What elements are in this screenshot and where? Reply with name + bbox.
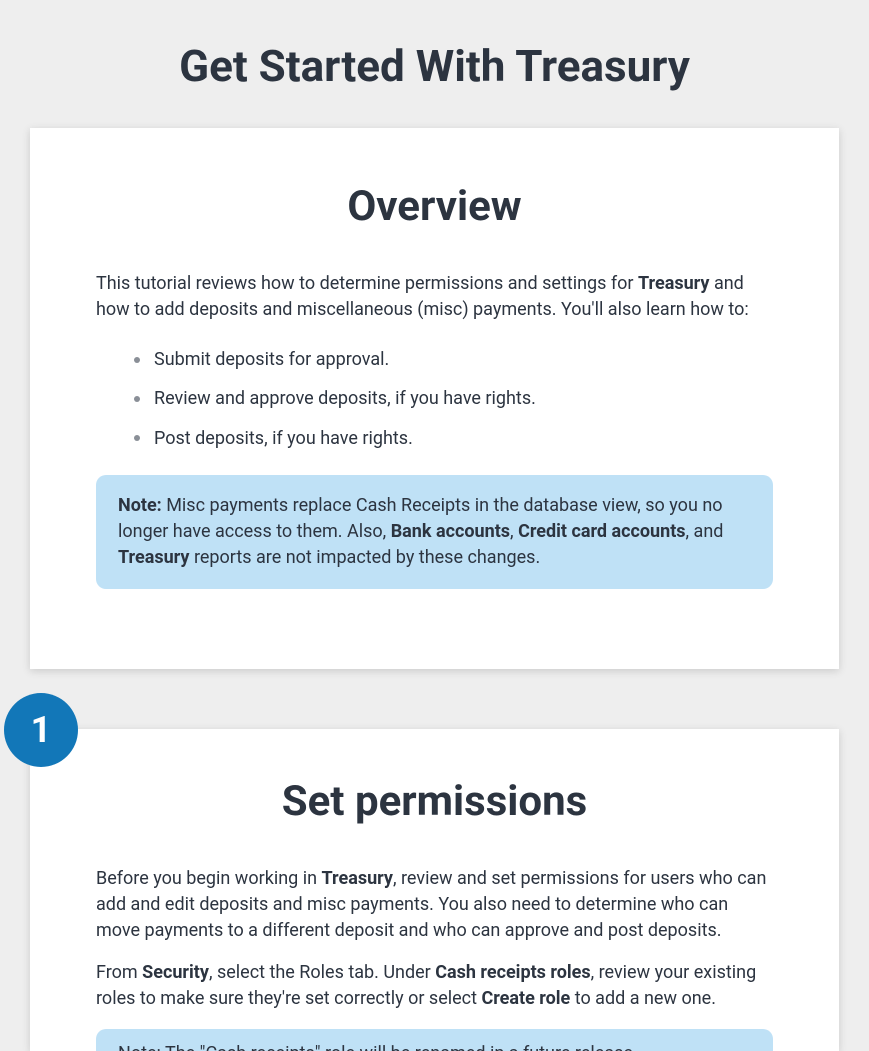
- overview-intro-text-pre: This tutorial reviews how to determine p…: [96, 273, 638, 294]
- step-1-note: Note: The "Cash receipts" role will be r…: [96, 1029, 773, 1051]
- list-item: Submit deposits for approval.: [134, 347, 773, 372]
- step-1-para-1: Before you begin working in Treasury, re…: [96, 866, 773, 944]
- list-item: Review and approve deposits, if you have…: [134, 386, 773, 411]
- para-bold: Create role: [481, 988, 570, 1009]
- overview-intro: This tutorial reviews how to determine p…: [96, 271, 773, 323]
- para-bold: Treasury: [322, 868, 393, 889]
- note-bold: Credit card accounts: [518, 521, 685, 542]
- note-text: , and: [686, 521, 724, 542]
- overview-card: Overview This tutorial reviews how to de…: [30, 128, 839, 669]
- note-text: reports are not impacted by these change…: [189, 547, 540, 568]
- page-title: Get Started With Treasury: [0, 0, 869, 128]
- para-bold: Security: [142, 962, 209, 983]
- overview-intro-bold: Treasury: [638, 273, 709, 294]
- note-bold: Cash receipts: [205, 1043, 314, 1051]
- overview-heading: Overview: [96, 182, 773, 231]
- note-text: The ": [161, 1043, 206, 1051]
- step-1-heading: Set permissions: [96, 777, 773, 826]
- step-badge: 1: [4, 693, 78, 767]
- list-item: Post deposits, if you have rights.: [134, 426, 773, 451]
- para-text: From: [96, 962, 142, 983]
- note-label: Note:: [118, 495, 162, 516]
- overview-note: Note: Misc payments replace Cash Receipt…: [96, 475, 773, 589]
- para-bold: Cash receipts roles: [435, 962, 590, 983]
- step-1-card: 1 Set permissions Before you begin worki…: [30, 729, 839, 1050]
- para-text: to add a new one.: [570, 988, 716, 1009]
- note-bold: Bank accounts: [391, 521, 510, 542]
- note-bold: Treasury: [118, 547, 189, 568]
- note-text: ,: [510, 521, 518, 542]
- para-text: Before you begin working in: [96, 868, 322, 889]
- step-1-para-2: From Security, select the Roles tab. Und…: [96, 960, 773, 1012]
- overview-bullets: Submit deposits for approval. Review and…: [134, 347, 773, 451]
- note-text: " role will be renamed in a future relea…: [315, 1043, 638, 1051]
- para-text: , select the Roles tab. Under: [209, 962, 435, 983]
- note-label: Note:: [118, 1043, 161, 1051]
